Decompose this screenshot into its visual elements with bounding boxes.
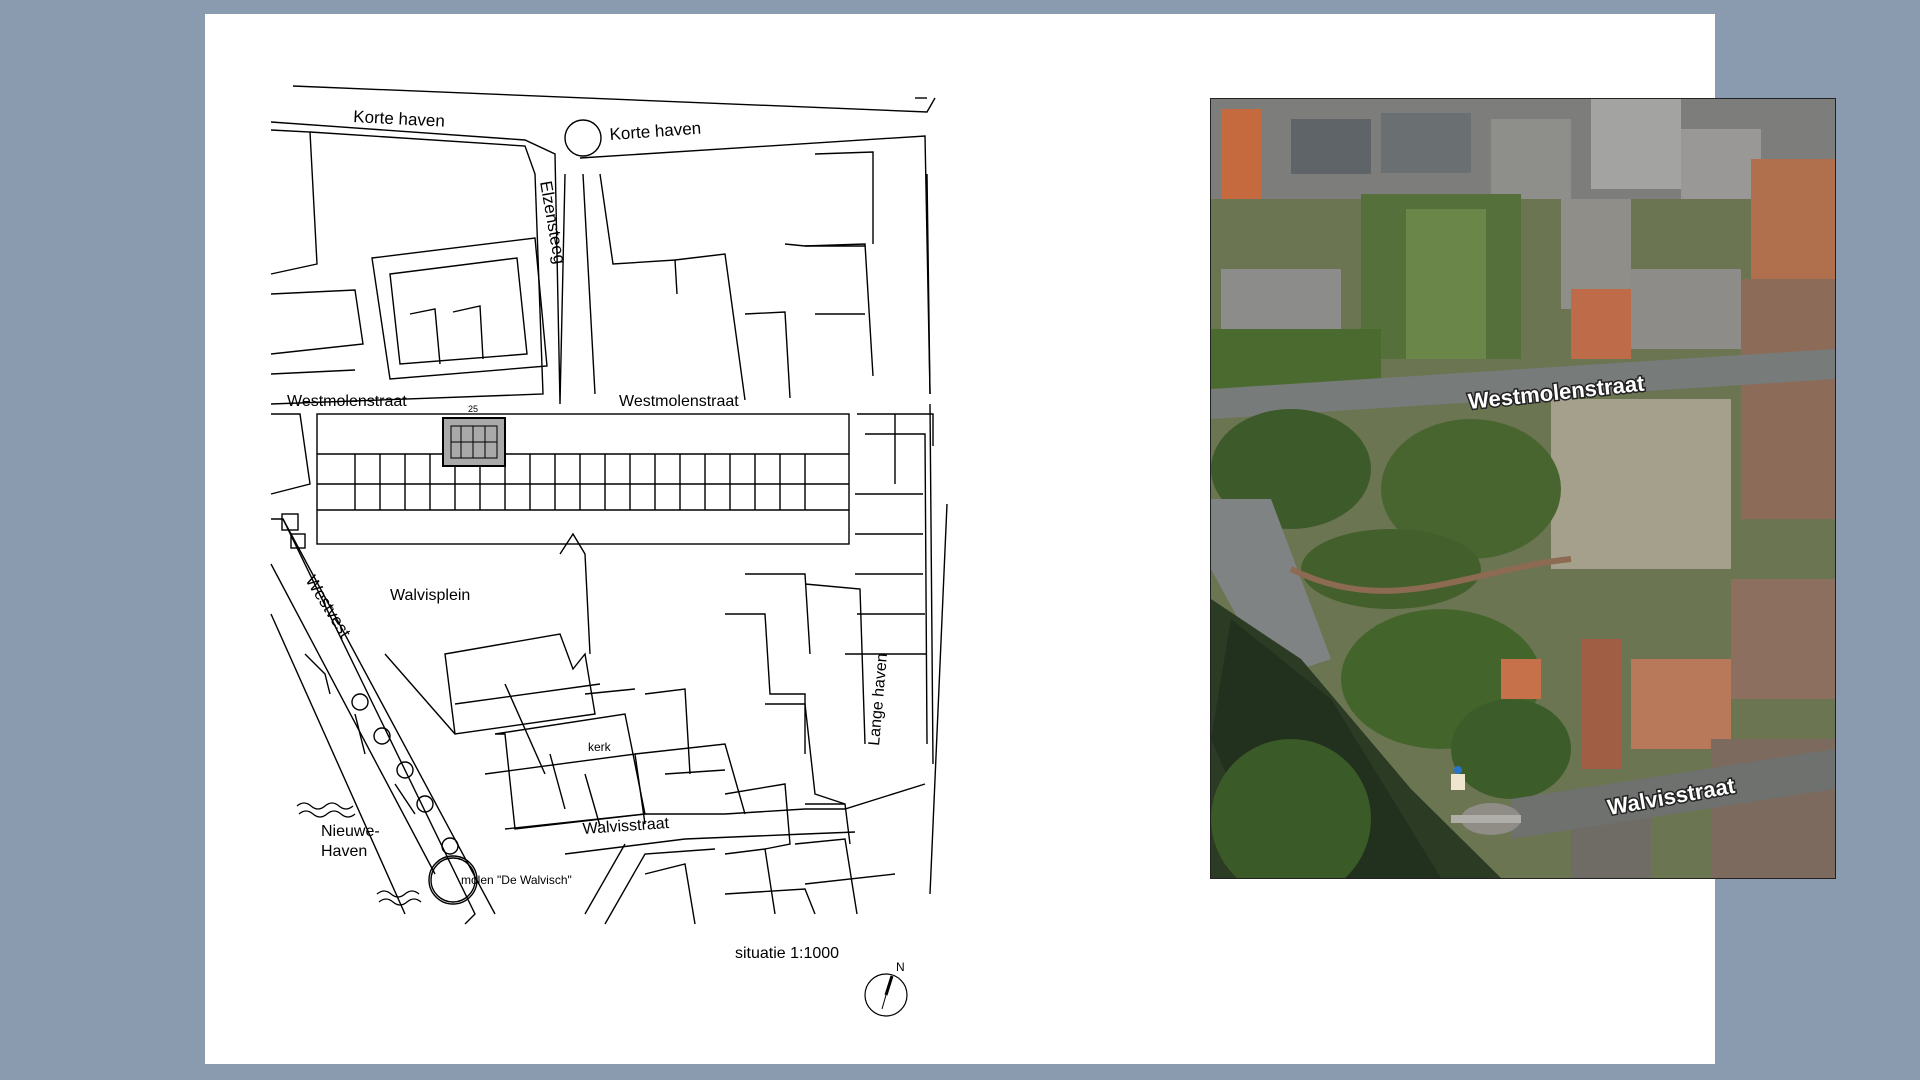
label-walvisstraat: Walvisstraat <box>582 815 670 838</box>
row-house-dividers <box>354 454 806 510</box>
label-korte-haven-right: Korte haven <box>609 119 702 144</box>
label-westmolenstraat-right: Westmolenstraat <box>619 393 739 410</box>
label-house-number: 25 <box>468 404 478 414</box>
north-label: N <box>896 960 905 974</box>
label-lange-haven: Lange haven <box>866 653 891 747</box>
label-nieuwe-haven-2: Haven <box>321 843 367 860</box>
scale-label: situatie 1:1000 <box>735 945 839 962</box>
label-westvest: Westvest <box>302 572 355 641</box>
label-molen: molen "De Walvisch" <box>461 873 572 887</box>
korte-haven-marker <box>564 119 602 157</box>
site-plan-map: Korte haven Korte haven Elzensteeg Westm… <box>270 85 948 1017</box>
label-westmolenstraat-left: Westmolenstraat <box>287 393 407 410</box>
aerial-photo: Westmolenstraat Walvisstraat <box>1210 98 1836 879</box>
drawing-sheet: Korte haven Korte haven Elzensteeg Westm… <box>205 14 1836 1064</box>
project-plot <box>442 417 506 467</box>
label-nieuwe-haven-1: Nieuwe- <box>321 823 380 840</box>
label-walvisplein: Walvisplein <box>390 587 470 604</box>
north-arrow-icon <box>864 973 908 1017</box>
label-korte-haven-left: Korte haven <box>353 107 446 131</box>
aerial-photo-render: Westmolenstraat Walvisstraat <box>1211 99 1835 878</box>
street-linework <box>270 85 948 925</box>
label-kerk: kerk <box>588 740 612 754</box>
